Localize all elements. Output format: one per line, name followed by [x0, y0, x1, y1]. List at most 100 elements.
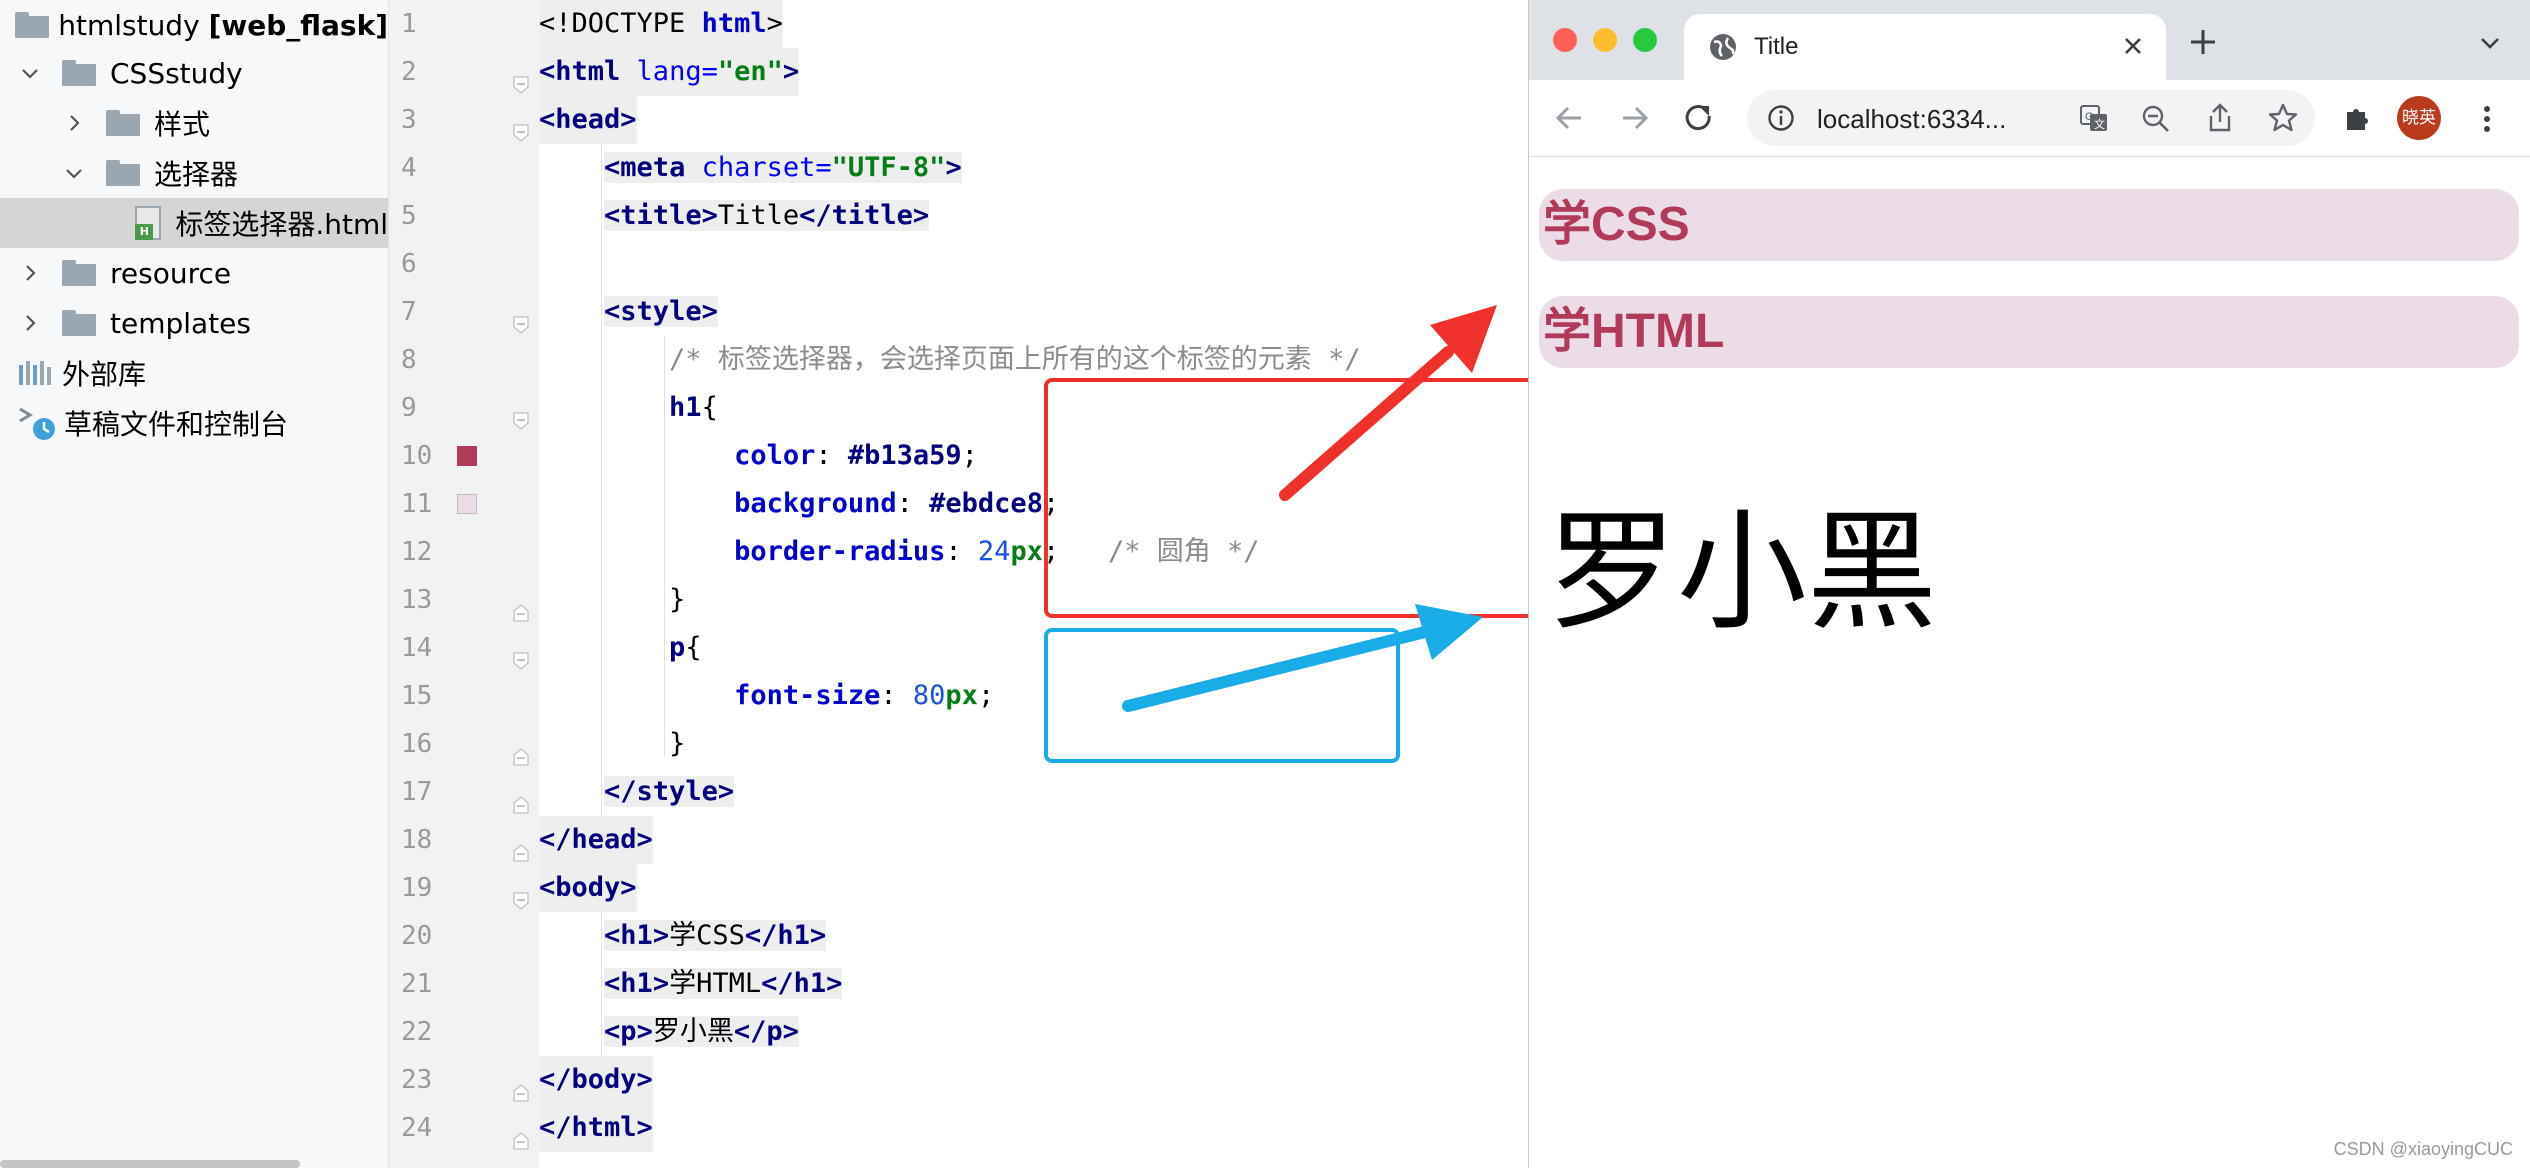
line-number: 3 — [401, 105, 417, 135]
code-token: style — [620, 296, 702, 327]
fold-marker-icon[interactable] — [513, 398, 529, 430]
tree-item-resource[interactable]: resource — [0, 248, 388, 298]
fold-end-icon[interactable] — [513, 782, 529, 814]
bookmark-star-icon[interactable] — [2267, 102, 2299, 138]
scratch-console-icon — [18, 405, 58, 441]
code-token: h1 — [620, 920, 653, 951]
html-file-icon: H — [135, 206, 162, 240]
profile-avatar[interactable]: 晓英 — [2397, 96, 2441, 140]
horizontal-scrollbar[interactable] — [0, 1160, 300, 1168]
tree-item-scratches[interactable]: 草稿文件和控制台 — [0, 398, 388, 448]
tree-item-tag-selector-file[interactable]: H 标签选择器.html — [0, 198, 388, 248]
code-comment: /* 标签选择器，会选择页面上所有的这个标签的元素 */ — [669, 344, 1361, 375]
minimize-window-button[interactable] — [1593, 28, 1617, 52]
fold-end-icon[interactable] — [513, 1118, 529, 1150]
line-number: 2 — [401, 57, 417, 87]
code-token: body — [571, 1064, 637, 1095]
code-token: h1 — [777, 920, 810, 951]
code-token: html — [701, 8, 767, 39]
tab-title: Title — [1754, 33, 1799, 60]
code-token: h1 — [620, 968, 653, 999]
rendered-h1: 学CSS — [1539, 189, 2519, 261]
line-number: 22 — [401, 1017, 433, 1047]
line-number: 11 — [401, 489, 433, 519]
fold-marker-icon[interactable] — [513, 302, 529, 334]
code-token: } — [669, 728, 686, 759]
url-text: localhost:6334... — [1817, 104, 2007, 134]
globe-icon — [1708, 32, 1738, 66]
fold-marker-icon[interactable] — [513, 638, 529, 670]
color-swatch[interactable] — [457, 446, 477, 466]
tree-item-templates[interactable]: templates — [0, 298, 388, 348]
code-token: px — [1010, 536, 1043, 567]
tab-search-chevron-icon[interactable] — [2479, 36, 2501, 56]
share-icon[interactable] — [2205, 102, 2235, 138]
chevron-right-icon[interactable] — [18, 311, 42, 335]
line-number: 10 — [401, 441, 433, 471]
tree-item-label: CSSstudy — [110, 56, 243, 90]
svg-text:文: 文 — [2094, 117, 2105, 131]
tree-item-label: 选择器 — [154, 158, 239, 191]
code-token: body — [555, 872, 621, 903]
p-rule-highlight-box — [1044, 628, 1400, 763]
browser-tab[interactable]: Title — [1684, 14, 2166, 80]
code-token: #b13a59 — [847, 440, 962, 471]
close-window-button[interactable] — [1553, 28, 1577, 52]
new-tab-icon[interactable] — [2189, 28, 2217, 60]
tree-item-cssstudy[interactable]: CSSstudy — [0, 48, 388, 98]
fold-end-icon[interactable] — [513, 1070, 529, 1102]
reload-icon[interactable] — [1683, 102, 1715, 134]
close-tab-icon[interactable] — [2122, 35, 2144, 61]
chevron-right-icon[interactable] — [62, 111, 86, 135]
line-number: 21 — [401, 969, 433, 999]
line-number: 16 — [401, 729, 433, 759]
chevron-right-icon[interactable] — [18, 261, 42, 285]
line-number: 24 — [401, 1113, 433, 1143]
rendered-paragraph: 罗小黑 — [1547, 496, 1938, 648]
site-info-icon[interactable] — [1767, 104, 1795, 136]
more-menu-icon[interactable] — [2481, 104, 2493, 134]
translate-icon[interactable]: G文 — [2079, 104, 2109, 138]
chevron-down-icon[interactable] — [18, 61, 42, 85]
code-token: "UTF-8" — [831, 152, 946, 183]
tree-item-label: 草稿文件和控制台 — [64, 408, 289, 441]
tree-item-styles[interactable]: 样式 — [0, 98, 388, 148]
fold-end-icon[interactable] — [513, 830, 529, 862]
forward-arrow-icon[interactable] — [1619, 102, 1651, 134]
maximize-window-button[interactable] — [1633, 28, 1657, 52]
fold-marker-icon[interactable] — [513, 110, 529, 142]
line-number: 12 — [401, 537, 433, 567]
address-bar[interactable]: localhost:6334... G文 — [1747, 90, 2315, 146]
code-token: Title — [717, 200, 800, 231]
code-token: html — [571, 1112, 637, 1143]
tree-item-root[interactable]: htmlstudy [web_flask] — [0, 0, 388, 50]
fold-marker-icon[interactable] — [513, 878, 529, 910]
code-token: = — [701, 56, 718, 87]
fold-marker-icon[interactable] — [513, 62, 529, 94]
code-token: charset — [685, 152, 816, 183]
code-token: title — [831, 200, 913, 231]
fold-end-icon[interactable] — [513, 734, 529, 766]
folder-icon — [62, 260, 96, 286]
code-line: 21 <h1>学HTML</h1> — [389, 960, 1529, 1008]
page-viewport: 学CSS 学HTML 罗小黑 CSDN @xiaoyingCUC — [1529, 157, 2530, 1168]
zoom-out-icon[interactable] — [2141, 104, 2171, 138]
line-number: 20 — [401, 921, 433, 951]
extensions-puzzle-icon[interactable] — [2341, 102, 2373, 134]
code-editor[interactable]: 1 <!DOCTYPE html> 2 <html lang="en"> 3 <… — [389, 0, 1654, 1168]
tree-item-label: 样式 — [154, 108, 211, 141]
code-token: } — [669, 584, 686, 615]
code-token: h1 — [793, 968, 827, 999]
fold-end-icon[interactable] — [513, 590, 529, 622]
line-number: 7 — [401, 297, 417, 327]
code-token: background — [734, 488, 897, 519]
tree-item-selectors[interactable]: 选择器 — [0, 148, 388, 198]
color-swatch[interactable] — [457, 494, 477, 514]
chevron-down-icon[interactable] — [62, 161, 86, 185]
code-token: 学HTML — [669, 968, 762, 999]
watermark: CSDN @xiaoyingCUC — [2333, 1139, 2513, 1159]
line-number: 19 — [401, 873, 433, 903]
tree-item-external-libraries[interactable]: 外部库 — [0, 348, 388, 398]
avatar-text: 晓英 — [2402, 108, 2436, 128]
back-arrow-icon[interactable] — [1553, 102, 1585, 134]
